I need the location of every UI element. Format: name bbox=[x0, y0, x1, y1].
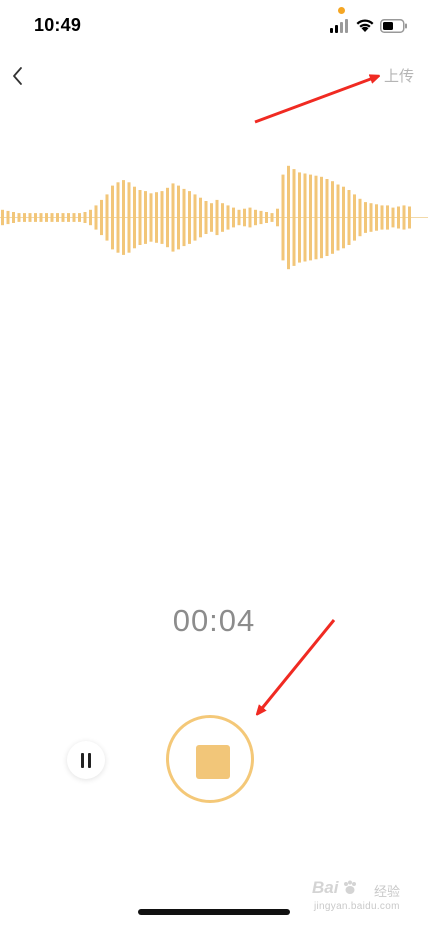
waveform-bar bbox=[281, 174, 285, 261]
baidu-jingyan-watermark: Bai 经验 jingyan.baidu.com bbox=[312, 878, 422, 918]
watermark-sub: 经验 bbox=[374, 884, 401, 899]
waveform-bar bbox=[287, 165, 290, 270]
waveform-bar bbox=[138, 190, 142, 245]
waveform-bar bbox=[314, 175, 318, 260]
wifi-icon bbox=[356, 19, 374, 32]
waveform-bar bbox=[182, 188, 186, 247]
waveform-bar bbox=[221, 203, 224, 232]
waveform-bar bbox=[303, 173, 307, 262]
waveform-bar bbox=[56, 213, 59, 222]
waveform-bar bbox=[298, 172, 301, 263]
waveform-bar bbox=[375, 204, 378, 231]
waveform-bar bbox=[116, 182, 120, 253]
waveform-bar bbox=[177, 185, 180, 250]
waveform-bar bbox=[342, 186, 345, 249]
waveform-bar bbox=[78, 213, 81, 222]
pause-button[interactable] bbox=[67, 741, 105, 779]
waveform-bar bbox=[155, 192, 158, 243]
status-bar: 10:49 bbox=[0, 0, 428, 52]
chevron-left-icon[interactable] bbox=[6, 62, 30, 90]
waveform-bar bbox=[226, 205, 230, 230]
waveform-bar bbox=[331, 181, 334, 254]
waveform-bar bbox=[17, 213, 21, 222]
waveform-bar bbox=[193, 194, 197, 241]
waveform-bar bbox=[111, 185, 114, 250]
cellular-signal-icon bbox=[330, 19, 348, 33]
waveform-bar bbox=[160, 191, 164, 244]
waveform-bar bbox=[325, 179, 329, 256]
waveform-bar bbox=[67, 213, 70, 222]
waveform-bar bbox=[276, 208, 279, 227]
waveform-bar bbox=[6, 210, 10, 225]
waveform-bar bbox=[380, 205, 384, 230]
waveform-bar bbox=[408, 206, 411, 229]
waveform-bar bbox=[364, 202, 367, 233]
waveform-bar bbox=[232, 207, 235, 228]
waveform-bar bbox=[402, 205, 406, 230]
waveform-bar bbox=[215, 199, 219, 236]
battery-icon bbox=[380, 19, 407, 33]
waveform-bar bbox=[45, 213, 48, 222]
waveform-bar bbox=[237, 209, 241, 226]
waveform-bar bbox=[386, 205, 389, 230]
waveform-bar bbox=[397, 206, 400, 229]
waveform-bar bbox=[259, 210, 263, 225]
home-indicator bbox=[138, 909, 290, 915]
waveform-bar bbox=[144, 191, 147, 244]
waveform-bar bbox=[1, 209, 4, 226]
waveform-bar bbox=[28, 213, 32, 222]
upload-button[interactable]: 上传 bbox=[384, 65, 414, 86]
recording-indicator-dot bbox=[338, 7, 345, 14]
nav-bar: 上传 bbox=[0, 52, 428, 100]
waveform-bar bbox=[391, 207, 395, 228]
waveform-bar bbox=[292, 169, 296, 266]
waveform-bar bbox=[34, 213, 37, 222]
waveform-bar bbox=[210, 203, 213, 232]
waveform-bar bbox=[265, 212, 268, 223]
waveform-bar bbox=[369, 203, 373, 232]
waveform-bar bbox=[83, 212, 87, 223]
waveform-bar bbox=[188, 191, 191, 244]
waveform-bar bbox=[204, 201, 208, 234]
waveform-bar bbox=[127, 182, 131, 253]
waveform-bar bbox=[12, 212, 15, 223]
waveform-bar bbox=[61, 213, 65, 222]
waveform-bar bbox=[353, 194, 356, 241]
waveform-bar bbox=[149, 193, 153, 242]
waveform-bar bbox=[100, 199, 103, 236]
waveform-bar bbox=[94, 205, 98, 230]
waveform-bar bbox=[171, 183, 175, 252]
waveform-bar bbox=[72, 213, 76, 222]
stop-recording-button[interactable] bbox=[166, 715, 254, 803]
waveform-bar bbox=[248, 207, 252, 228]
waveform-bar bbox=[243, 208, 246, 227]
stop-icon bbox=[196, 745, 230, 779]
waveform-bar bbox=[50, 213, 54, 222]
waveform-bar bbox=[23, 213, 26, 222]
waveform-bar bbox=[358, 198, 362, 237]
waveform-bar bbox=[89, 209, 92, 226]
waveform-bar bbox=[105, 194, 109, 241]
waveform-bar bbox=[39, 213, 43, 222]
waveform-bar bbox=[133, 186, 136, 249]
waveform-bar bbox=[122, 180, 125, 255]
watermark-brand: Bai bbox=[312, 878, 339, 897]
waveform-bar bbox=[254, 209, 257, 226]
watermark-url: jingyan.baidu.com bbox=[314, 901, 400, 912]
waveform-bar bbox=[270, 213, 274, 222]
waveform-bar bbox=[347, 190, 351, 245]
waveform-bar bbox=[320, 176, 323, 259]
status-time: 10:49 bbox=[34, 15, 82, 35]
waveform-bar bbox=[199, 197, 202, 238]
recording-timer: 00:04 bbox=[172, 603, 256, 638]
waveform-bar bbox=[166, 187, 169, 248]
paw-icon bbox=[344, 880, 356, 894]
waveform-bar bbox=[336, 184, 340, 251]
audio-waveform bbox=[0, 165, 428, 270]
waveform-bar bbox=[309, 174, 312, 261]
